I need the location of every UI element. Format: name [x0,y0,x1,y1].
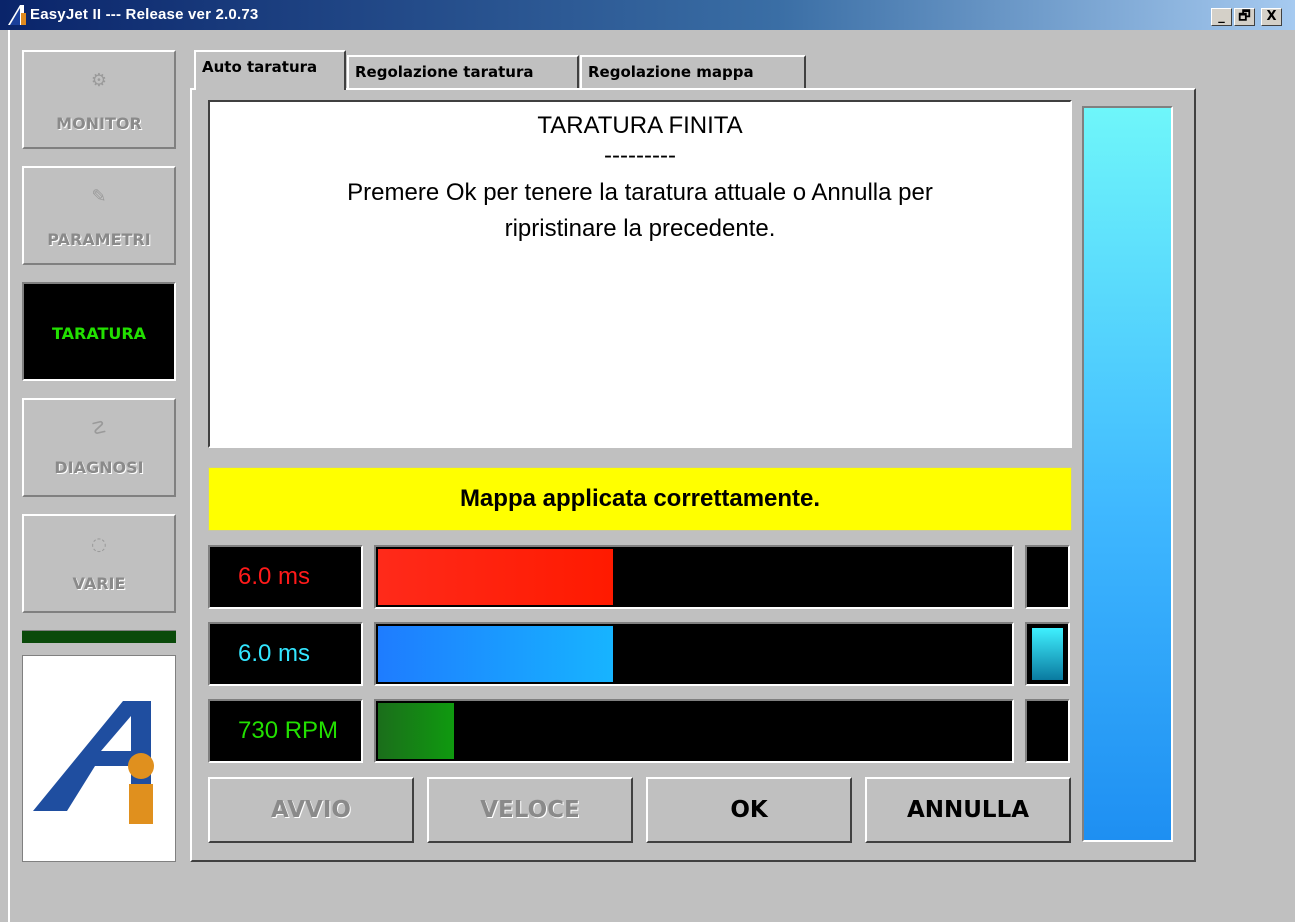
gauge-readout: 6.0 ms [208,622,363,686]
gauge-bar-fill [378,626,613,682]
message-box: TARATURA FINITA --------- Premere Ok per… [208,100,1072,448]
sidebar-item-parametri[interactable]: ✎ PARAMETRI [22,166,176,265]
message-line-1: Premere Ok per tenere la taratura attual… [347,179,933,206]
message-title: TARATURA FINITA [537,112,743,139]
message-line-2: ripristinare la precedente. [504,215,776,242]
status-banner: Mappa applicata correttamente. [208,467,1072,531]
tab-label: Regolazione mappa [588,63,754,81]
sidebar-item-label: TARATURA [51,324,147,343]
gauge-indicator [1025,699,1070,763]
sidebar-item-taratura[interactable]: TARATURA [22,282,176,381]
sidebar-progress-strip [22,630,176,643]
company-logo [22,655,176,862]
ai-logo-icon [33,701,154,824]
window-title: EasyJet II --- Release ver 2.0.73 [30,6,259,23]
wrench-icon: ✎ [91,186,107,207]
sidebar-item-label: PARAMETRI [47,230,151,249]
message-separator: --------- [604,142,676,169]
gauge-readout: 730 RPM [208,699,363,763]
app-logo-icon [8,5,26,25]
gauge-readout: 6.0 ms [208,545,363,609]
sidebar-item-label: VARIE [72,574,126,593]
avvio-button[interactable]: AVVIO [208,777,414,843]
level-gauge [1082,106,1173,842]
gauge-bar [374,622,1014,686]
sidebar-item-monitor[interactable]: ⚙ MONITOR [22,50,176,149]
gauge-bar-fill [378,549,613,605]
restore-button[interactable]: 🗗 [1234,8,1255,26]
stethoscope-icon: ☡ [90,418,108,439]
sidebar-item-diagnosi[interactable]: ☡ DIAGNOSI [22,398,176,497]
annulla-button[interactable]: ANNULLA [865,777,1071,843]
tab-regolazione-mappa[interactable]: Regolazione mappa [580,55,806,88]
gauge-bar [374,545,1014,609]
tab-label: Regolazione taratura [355,63,534,81]
tab-label: Auto taratura [202,58,318,76]
tab-regolazione-taratura[interactable]: Regolazione taratura [347,55,579,88]
sidebar-item-label: DIAGNOSI [54,458,144,477]
sidebar-item-varie[interactable]: ◌ VARIE [22,514,176,613]
sidebar-item-label: MONITOR [56,114,142,133]
veloce-button[interactable]: VELOCE [427,777,633,843]
title-bar[interactable]: EasyJet II --- Release ver 2.0.73 _ 🗗 X [0,0,1295,30]
gauge-bar-fill [378,703,454,759]
gauge-bar [374,699,1014,763]
minimize-button[interactable]: _ [1211,8,1232,26]
gear-icon: ⚙ [90,70,108,91]
gauge-indicator [1025,545,1070,609]
ok-button[interactable]: OK [646,777,852,843]
gauge-indicator [1025,622,1070,686]
indicator-lamp [1032,628,1063,680]
tab-auto-taratura[interactable]: Auto taratura [194,50,346,90]
close-button[interactable]: X [1261,8,1282,26]
globe-icon: ◌ [91,534,107,555]
